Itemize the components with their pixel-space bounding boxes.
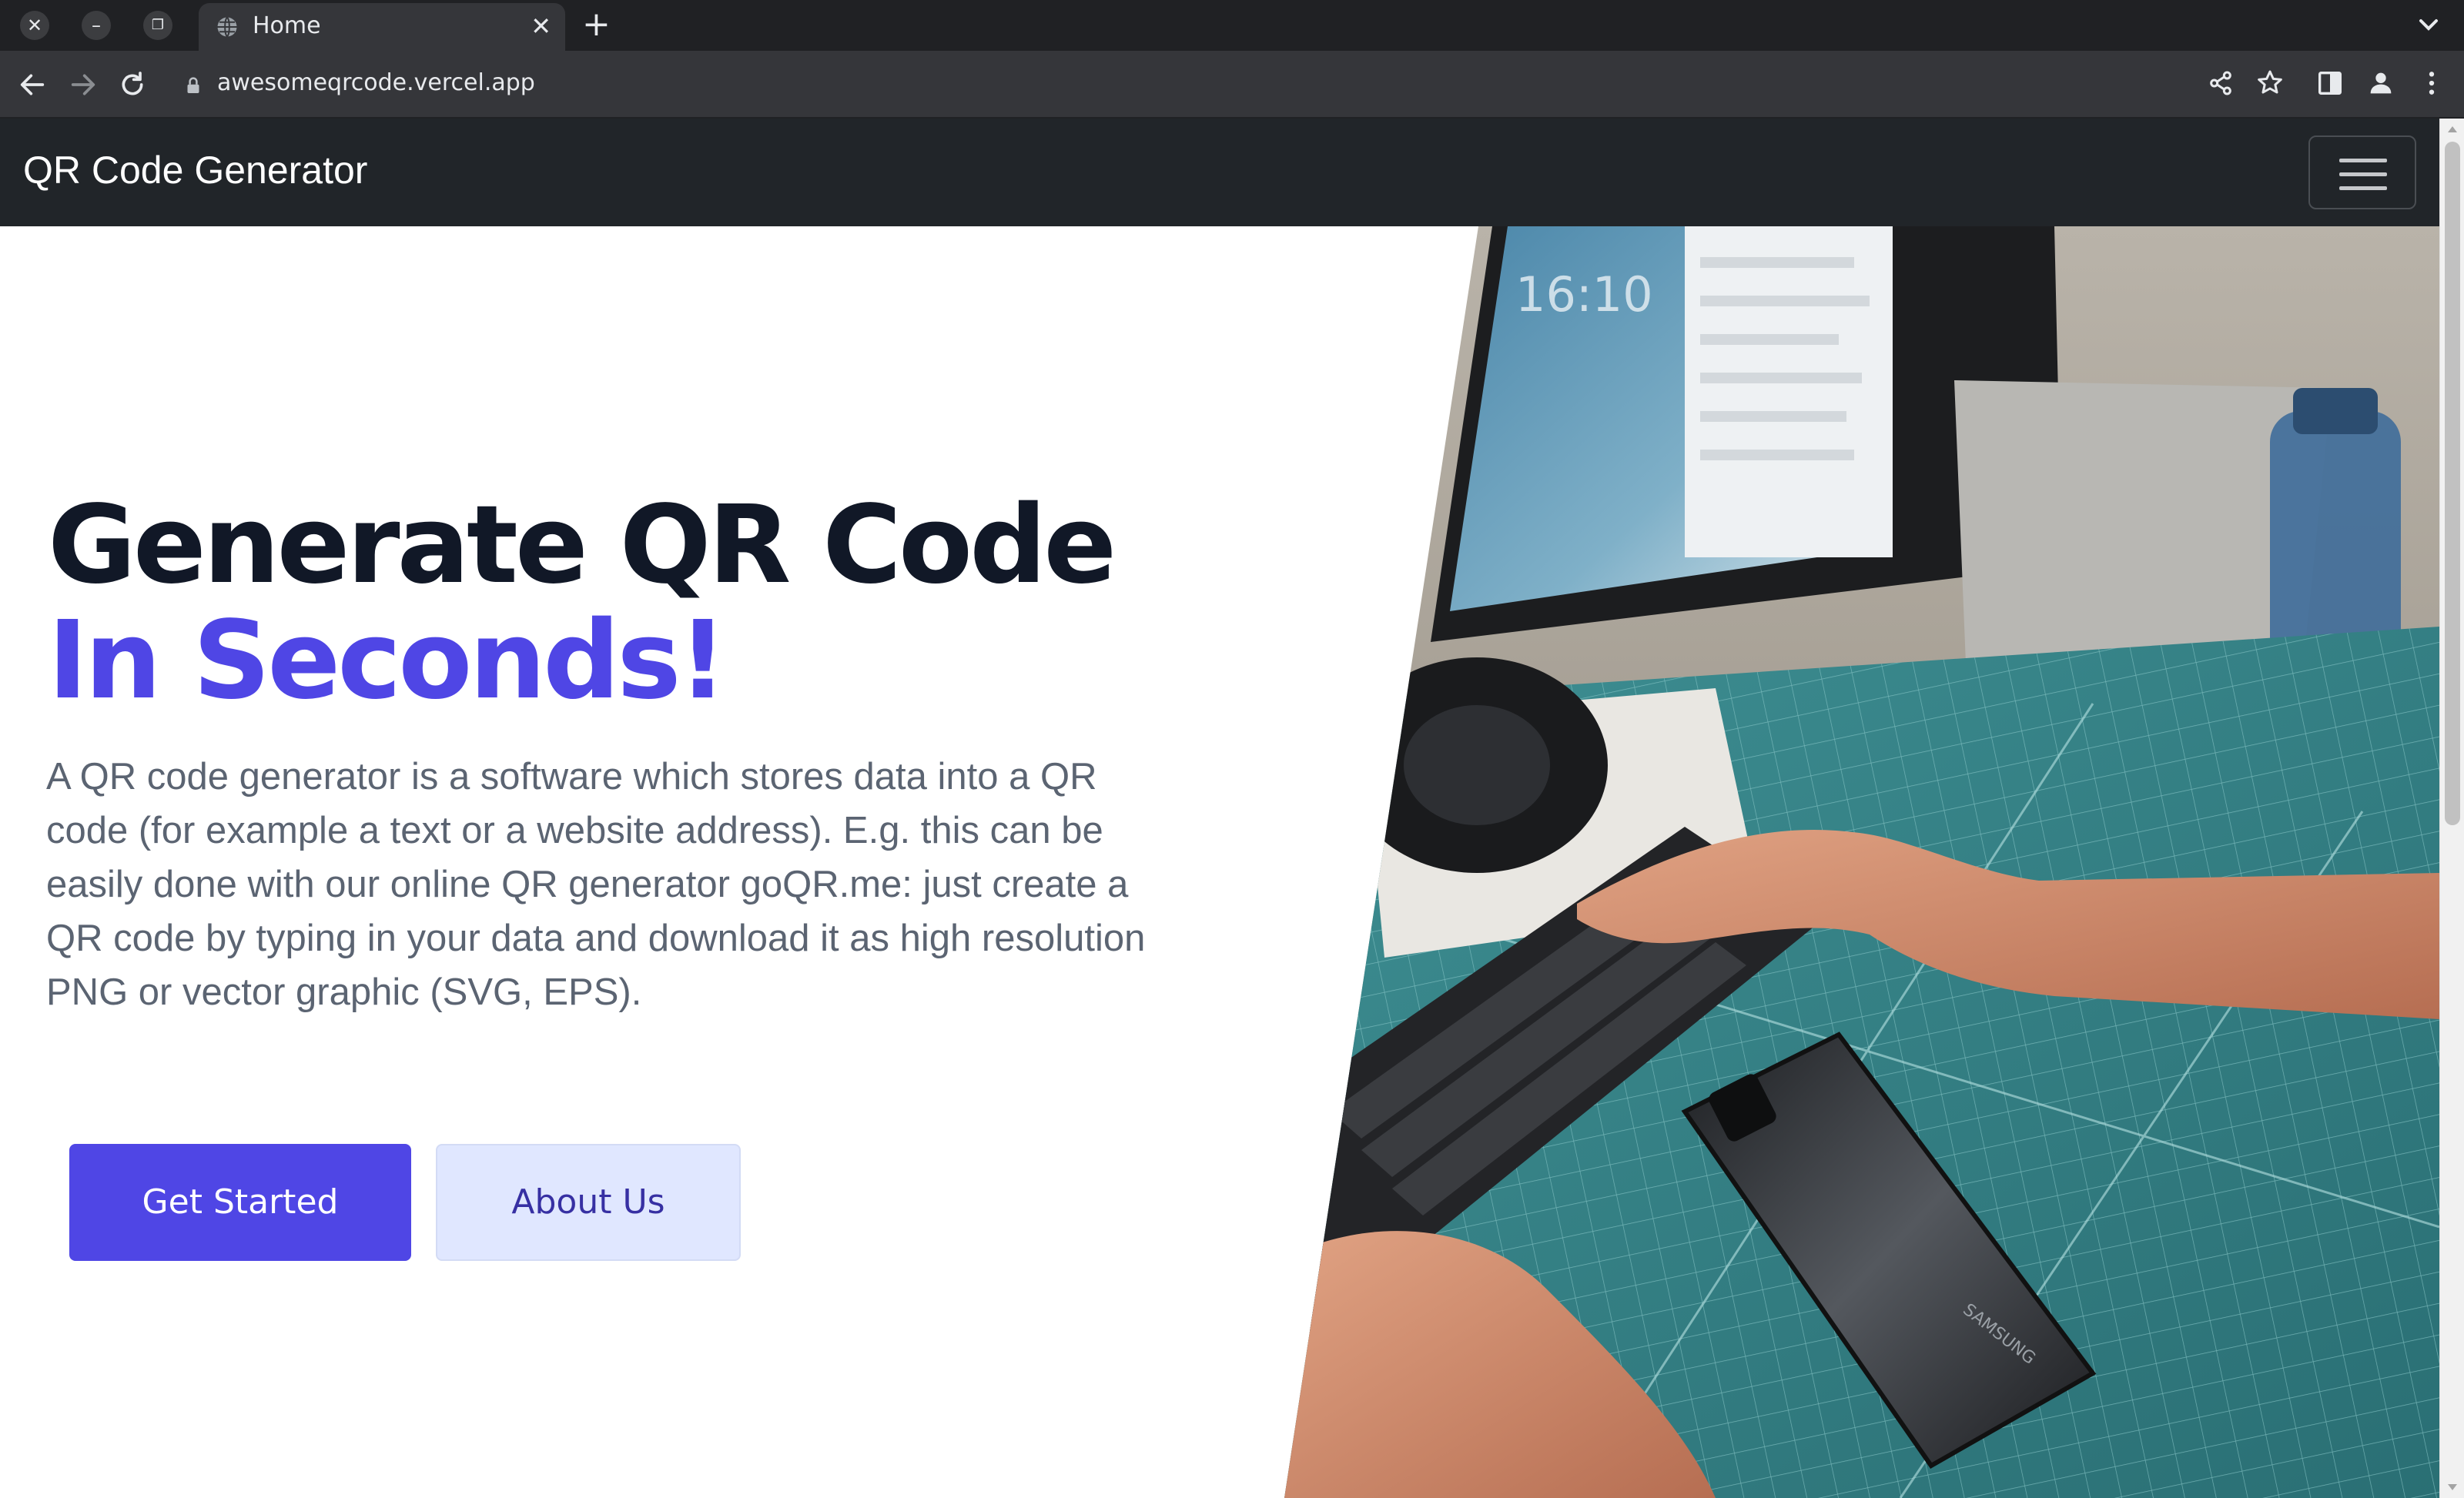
- bookmark-star-icon[interactable]: [2255, 68, 2285, 99]
- globe-icon: [217, 16, 237, 38]
- navbar-brand[interactable]: QR Code Generator: [23, 148, 367, 192]
- browser-tab-bar: ✕ – ❐ Home ✕ +: [0, 0, 2464, 51]
- scroll-down-arrow-icon[interactable]: [2446, 1483, 2459, 1492]
- browser-tab-home[interactable]: Home ✕: [199, 3, 565, 51]
- hero-lead-text: A QR code generator is a software which …: [46, 756, 1146, 1013]
- close-tab-icon[interactable]: ✕: [531, 11, 551, 42]
- share-icon[interactable]: [2205, 68, 2236, 99]
- page-scrollbar[interactable]: [2439, 119, 2464, 1498]
- about-us-button[interactable]: About Us: [436, 1144, 741, 1261]
- back-icon[interactable]: [17, 69, 48, 100]
- site-navbar: QR Code Generator: [0, 119, 2439, 226]
- reload-icon[interactable]: [117, 69, 148, 100]
- more-menu-icon[interactable]: [2416, 68, 2447, 99]
- profile-icon[interactable]: [2365, 68, 2396, 99]
- scrollbar-thumb[interactable]: [2445, 142, 2460, 825]
- url-field[interactable]: awesomeqrcode.vercel.app: [217, 69, 535, 96]
- new-tab-icon[interactable]: +: [582, 8, 611, 42]
- restore-icon[interactable]: ❐: [143, 11, 172, 40]
- headline-main: Generate QR Code: [48, 483, 1116, 608]
- tab-title: Home: [253, 12, 321, 39]
- close-window-icon[interactable]: ✕: [20, 11, 49, 40]
- get-started-button[interactable]: Get Started: [69, 1144, 411, 1261]
- monitor-clock: 16:10: [1515, 266, 1653, 323]
- hamburger-icon[interactable]: [2308, 135, 2416, 209]
- headline-accent: In Seconds!: [48, 598, 728, 724]
- page-viewport: QR Code Generator 16:10 SAMSUNG Generate…: [0, 119, 2439, 1498]
- lock-icon[interactable]: [182, 74, 205, 97]
- forward-icon[interactable]: [68, 69, 99, 100]
- hero-image: 16:10 SAMSUNG: [1284, 226, 2439, 1498]
- side-panel-icon[interactable]: [2315, 68, 2345, 99]
- browser-toolbar: awesomeqrcode.vercel.app: [0, 51, 2464, 119]
- minimize-icon[interactable]: –: [82, 11, 111, 40]
- scroll-up-arrow-icon[interactable]: [2446, 125, 2459, 134]
- hero-headline: Generate QR Code In Seconds!: [48, 488, 1203, 719]
- tab-list-icon[interactable]: [2413, 9, 2444, 40]
